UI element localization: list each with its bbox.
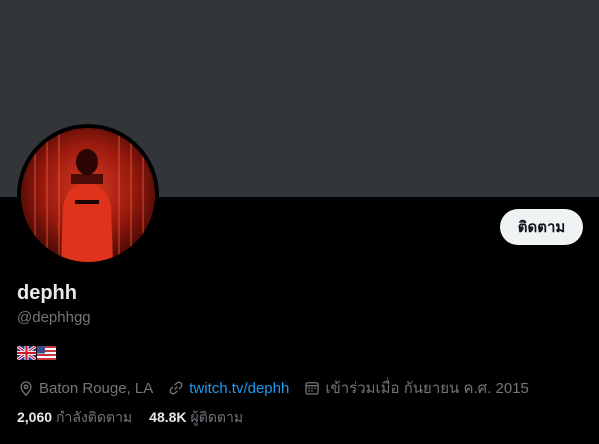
avatar-figure-icon <box>34 128 144 262</box>
followers-count: 48.8K <box>149 409 187 425</box>
profile-meta: Baton Rouge, LA twitch.tv/dephh เข้าร่วม… <box>17 376 543 400</box>
uk-flag-icon <box>17 346 36 360</box>
us-flag-icon <box>37 346 56 360</box>
location-text: Baton Rouge, LA <box>39 379 154 397</box>
avatar-photo <box>21 128 155 262</box>
user-handle: @dephhgg <box>17 309 91 326</box>
display-name: dephh <box>17 282 77 304</box>
follow-button[interactable]: ติดตาม <box>500 209 583 245</box>
joined-item: เข้าร่วมเมื่อ กันยายน ค.ศ. 2015 <box>303 376 529 400</box>
profile-stats: 2,060 กำลังติดตาม 48.8K ผู้ติดตาม <box>17 407 260 429</box>
following-stat[interactable]: 2,060 กำลังติดตาม <box>17 407 132 429</box>
joined-text: เข้าร่วมเมื่อ กันยายน ค.ศ. 2015 <box>325 380 529 397</box>
following-count: 2,060 <box>17 409 53 425</box>
followers-stat[interactable]: 48.8K ผู้ติดตาม <box>149 407 243 429</box>
followers-label: ผู้ติดตาม <box>190 409 244 425</box>
profile-avatar[interactable] <box>17 124 159 266</box>
website-item[interactable]: twitch.tv/dephh <box>167 379 289 397</box>
link-icon <box>169 381 183 395</box>
location-pin-icon <box>20 381 32 397</box>
calendar-icon <box>305 382 320 395</box>
following-label: กำลังติดตาม <box>56 409 133 425</box>
location-item: Baton Rouge, LA <box>17 379 153 397</box>
website-link[interactable]: twitch.tv/dephh <box>189 380 289 397</box>
bio-flags <box>17 346 56 360</box>
